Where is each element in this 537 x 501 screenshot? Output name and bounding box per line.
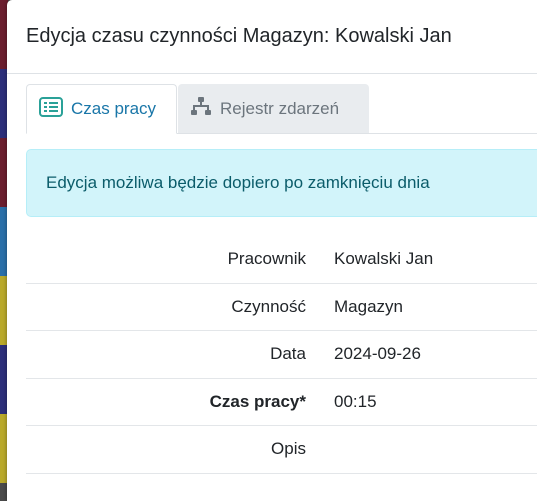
detail-label: Data [270,344,306,364]
info-alert: Edycja możliwa będzie dopiero po zamknię… [26,149,537,217]
details-table: Pracownik Kowalski Jan Czynność Magazyn … [26,236,537,474]
detail-value: 00:15 [334,391,377,411]
list-icon [39,96,63,122]
detail-value: Kowalski Jan [334,249,434,269]
modal-header: Edycja czasu czynności Magazyn: Kowalski… [7,0,537,74]
detail-row-pracownik: Pracownik Kowalski Jan [26,236,537,284]
tab-bar: Czas pracy Rejestr zdarzeń [26,84,537,134]
tab-label: Czas pracy [71,99,157,118]
sitemap-icon [190,96,212,121]
modal-title: Edycja czasu czynności Magazyn: Kowalski… [26,25,452,47]
detail-label: Czas pracy* [209,391,306,411]
alert-text: Edycja możliwa będzie dopiero po zamknię… [46,173,430,192]
detail-value: 2024-09-26 [334,344,421,364]
detail-row-czynnosc: Czynność Magazyn [26,284,537,331]
detail-value: Magazyn [334,296,403,316]
tab-rejestr-zdarzen[interactable]: Rejestr zdarzeń [178,84,369,133]
detail-row-czas-pracy: Czas pracy* 00:15 [26,379,537,426]
tab-label: Rejestr zdarzeń [220,98,340,118]
detail-row-data: Data 2024-09-26 [26,331,537,379]
tab-czas-pracy[interactable]: Czas pracy [26,84,177,134]
detail-label: Opis [271,439,306,459]
detail-label: Czynność [231,296,306,316]
edit-time-modal: Edycja czasu czynności Magazyn: Kowalski… [7,0,537,501]
detail-row-opis: Opis [26,426,537,474]
detail-label: Pracownik [227,249,306,269]
